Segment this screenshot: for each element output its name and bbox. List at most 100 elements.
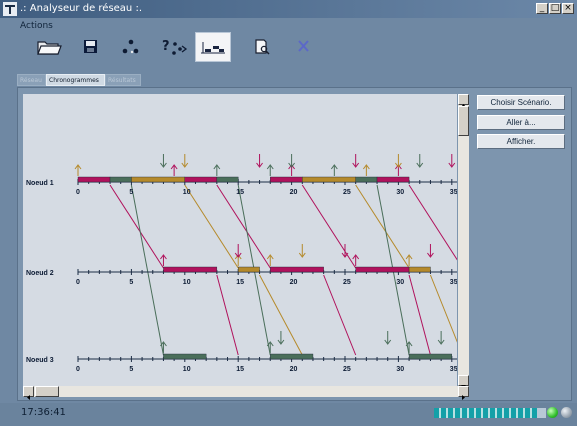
display-button[interactable]: Afficher. [477, 134, 565, 149]
message-link [408, 274, 431, 356]
task-bar [376, 176, 410, 183]
tick-label: 35 [450, 366, 457, 373]
document-magnifier-icon [255, 39, 270, 55]
task-bar [109, 176, 132, 183]
scroll-right-button[interactable] [458, 386, 469, 400]
side-panel: Choisir Scénario. Aller à... Afficher. [473, 91, 571, 399]
chronogram-chart: Noeud 1 0 5 10 15 20 25 30 35 Noeud 2 0 5 10 15 20 25 30… [23, 94, 457, 386]
go-to-button[interactable]: Aller à... [477, 115, 565, 130]
chronogram-button[interactable] [195, 32, 231, 62]
close-x-icon [298, 40, 309, 52]
tick-label: 25 [343, 279, 351, 286]
app-logo-icon [3, 2, 17, 16]
status-led-green [547, 407, 558, 418]
task-bar [408, 353, 452, 360]
horizontal-scrollbar[interactable] [23, 386, 469, 400]
tick-label: 15 [236, 279, 244, 286]
tick-label: 30 [396, 279, 404, 286]
status-led-gray [561, 407, 572, 418]
task-bar [216, 176, 239, 183]
task-bar [163, 266, 218, 273]
message-link [429, 274, 457, 343]
task-bar [355, 176, 378, 183]
actions-toolbar: ? [14, 32, 572, 66]
task-bar [270, 176, 303, 183]
progress-bar [434, 408, 546, 418]
node-label: Noeud 3 [26, 357, 54, 364]
message-link [216, 184, 271, 269]
tick-label: 20 [290, 279, 298, 286]
node-label: Noeud 1 [26, 180, 54, 187]
maximize-button[interactable]: □ [549, 3, 561, 14]
tick-label: 30 [396, 189, 404, 196]
task-bar [77, 176, 111, 183]
tick-label: 35 [450, 189, 457, 196]
task-bar [302, 176, 356, 183]
report-button[interactable] [245, 32, 279, 62]
app-window: .: Analyseur de réseau :. _ □ × Actions [0, 0, 577, 426]
folder-open-icon [37, 41, 62, 55]
tick-label: 15 [236, 189, 244, 196]
scroll-thumb[interactable] [458, 106, 469, 136]
message-link [109, 184, 164, 269]
tick-label: 0 [76, 366, 80, 373]
title-bar[interactable]: .: Analyseur de réseau :. _ □ × [0, 0, 577, 18]
tab-resultats[interactable]: Résultats [105, 74, 141, 86]
task-bar [184, 176, 218, 183]
task-bar [408, 266, 431, 273]
tick-label: 20 [290, 189, 298, 196]
tick-label: 10 [183, 189, 191, 196]
node-label: Noeud 2 [26, 270, 54, 277]
message-link [301, 184, 357, 269]
tick-label: 30 [396, 366, 404, 373]
timeline-chart-icon [201, 42, 225, 54]
question-network-icon: ? [162, 39, 188, 55]
cancel-button[interactable] [288, 32, 322, 62]
status-clock: 17:36:41 [21, 407, 66, 418]
tick-label: 5 [129, 189, 133, 196]
task-bar [237, 266, 260, 273]
tick-label: 35 [450, 279, 457, 286]
task-bar [163, 353, 207, 360]
network-nodes-icon [122, 39, 139, 54]
task-bar [355, 266, 410, 273]
tick-label: 10 [183, 279, 191, 286]
minimize-button[interactable]: _ [536, 3, 548, 14]
floppy-disk-icon [84, 40, 97, 53]
tick-label: 25 [343, 366, 351, 373]
tick-label: 0 [76, 279, 80, 286]
chronogram-svg: Noeud 1 0 5 10 15 20 25 30 35 Noeud 2 0 5 10 15 20 25 30… [26, 154, 457, 373]
scroll-up-button[interactable] [458, 94, 469, 107]
choose-scenario-button[interactable]: Choisir Scénario. [477, 95, 565, 110]
tick-label: 10 [183, 366, 191, 373]
window-title: .: Analyseur de réseau :. [20, 3, 142, 14]
analyze-button[interactable]: ? [157, 32, 191, 62]
tick-label: 5 [129, 366, 133, 373]
tab-reseau[interactable]: Réseau [17, 74, 46, 86]
tick-label: 0 [76, 189, 80, 196]
save-button[interactable] [74, 32, 108, 62]
network-button[interactable] [114, 32, 148, 62]
tick-label: 5 [129, 279, 133, 286]
tab-chronogrammes[interactable]: Chronogrammes [46, 74, 105, 86]
arrow-right-icon [462, 395, 465, 400]
vertical-scrollbar[interactable] [458, 94, 469, 388]
tick-label: 15 [236, 366, 244, 373]
tick-label: 25 [343, 189, 351, 196]
message-link [408, 184, 457, 261]
svg-text:?: ? [162, 39, 170, 54]
message-link [130, 184, 164, 356]
task-bar [131, 176, 186, 183]
open-folder-button[interactable] [32, 32, 66, 62]
message-link [216, 274, 239, 356]
scroll-down-button[interactable] [458, 375, 469, 388]
actions-label: Actions [20, 21, 53, 31]
message-link [184, 184, 239, 269]
scroll-left-button[interactable] [23, 386, 34, 400]
tick-label: 20 [290, 366, 298, 373]
message-link [355, 184, 410, 269]
message-link [323, 274, 357, 356]
hscroll-thumb[interactable] [35, 386, 59, 397]
task-bar [270, 266, 324, 273]
close-window-button[interactable]: × [562, 3, 574, 14]
